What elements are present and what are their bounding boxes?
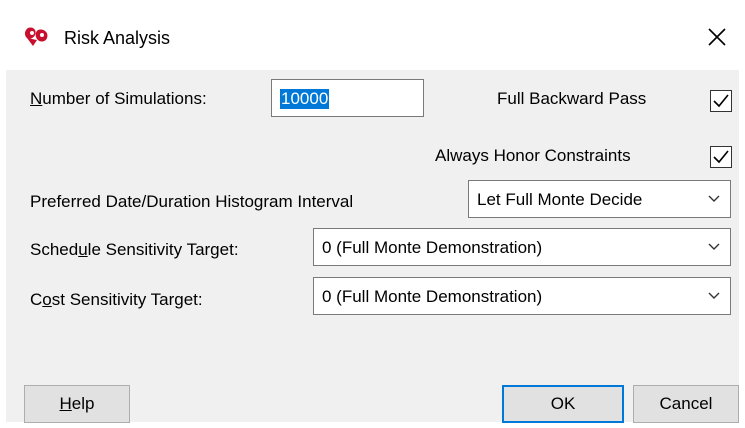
full-backward-pass-checkbox[interactable]	[710, 90, 732, 112]
num-simulations-value: 10000	[280, 89, 330, 109]
close-icon	[708, 28, 726, 46]
histogram-interval-label: Preferred Date/Duration Histogram Interv…	[30, 192, 354, 211]
window-title: Risk Analysis	[64, 28, 171, 48]
histogram-interval-dropdown[interactable]: Let Full Monte Decide	[468, 180, 731, 218]
full-backward-pass-label: Full Backward Pass	[497, 89, 647, 108]
cancel-button-label: Cancel	[659, 394, 713, 413]
cost-sensitivity-dropdown[interactable]: 0 (Full Monte Demonstration)	[313, 277, 731, 315]
checkmark-icon	[713, 150, 729, 164]
num-simulations-label: Number of Simulations:	[30, 89, 207, 108]
num-simulations-input[interactable]: 10000	[271, 79, 424, 117]
cost-sensitivity-value: 0 (Full Monte Demonstration)	[322, 287, 543, 306]
cost-sensitivity-label: Cost Sensitivity Target:	[30, 290, 203, 309]
ok-button-label: OK	[550, 394, 576, 413]
full-monte-logo-icon	[24, 27, 48, 46]
help-button[interactable]: Help	[24, 385, 130, 423]
chevron-down-icon	[708, 195, 720, 202]
title-bar: Risk Analysis	[0, 0, 745, 70]
always-honor-constraints-checkbox[interactable]	[710, 146, 732, 168]
schedule-sensitivity-value: 0 (Full Monte Demonstration)	[322, 238, 543, 257]
always-honor-constraints-label: Always Honor Constraints	[435, 146, 631, 165]
help-button-label: Help	[59, 394, 95, 413]
histogram-interval-value: Let Full Monte Decide	[477, 190, 643, 209]
chevron-down-icon	[708, 243, 720, 250]
schedule-sensitivity-label: Schedule Sensitivity Target:	[30, 240, 239, 259]
checkmark-icon	[713, 94, 729, 108]
close-button[interactable]	[689, 14, 745, 60]
cancel-button[interactable]: Cancel	[633, 385, 739, 423]
ok-button[interactable]: OK	[502, 385, 624, 423]
chevron-down-icon	[708, 292, 720, 299]
schedule-sensitivity-dropdown[interactable]: 0 (Full Monte Demonstration)	[313, 228, 731, 266]
